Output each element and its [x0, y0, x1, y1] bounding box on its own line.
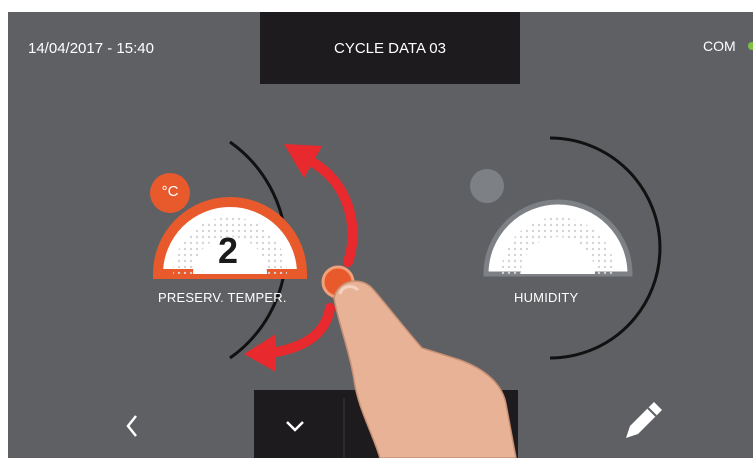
finger-illustration — [333, 280, 517, 458]
pointing-finger-overlay — [333, 280, 517, 458]
control-screen: 14/04/2017 - 15:40 CYCLE DATA 03 COM °C … — [8, 12, 753, 458]
